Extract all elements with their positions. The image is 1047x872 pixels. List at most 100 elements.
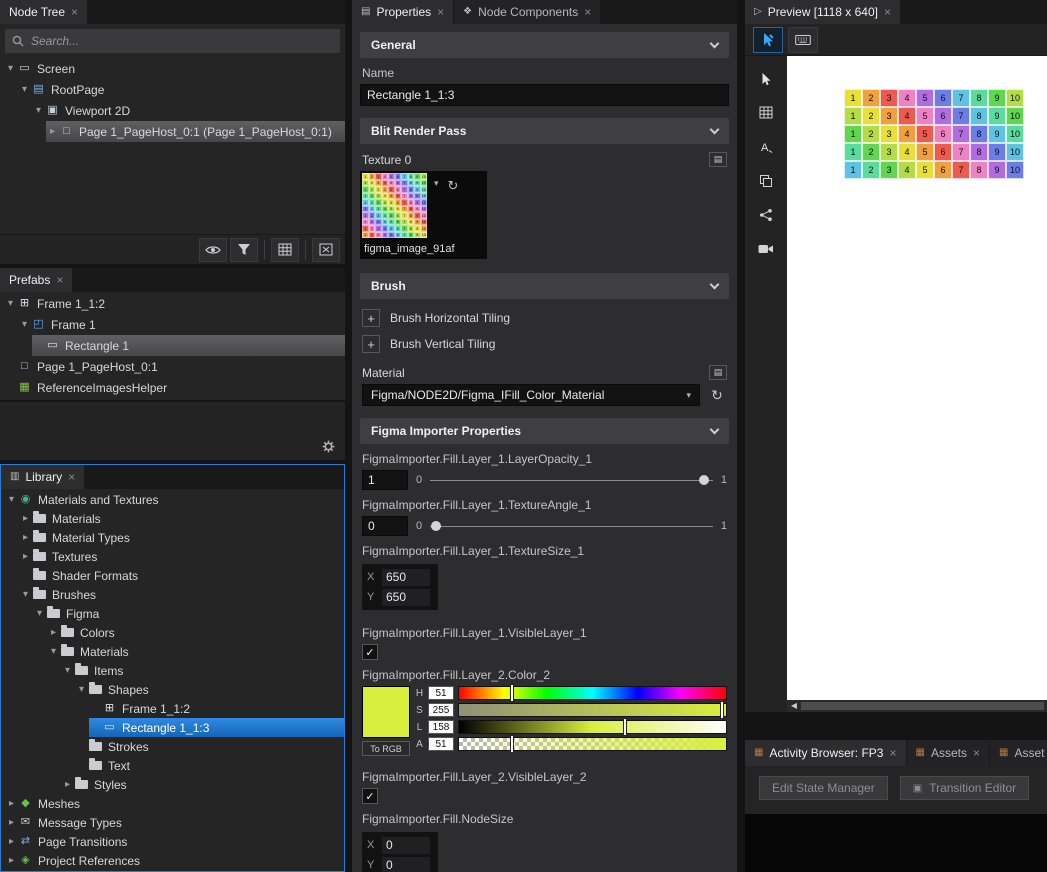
tree-item-page-1-pagehost-0-1-page-1-pagehost-0-1-[interactable]: ▸□Page 1_PageHost_0:1 (Page 1_PageHost_0… (0, 121, 345, 142)
tree-item-materials-and-textures[interactable]: ▾◉Materials and Textures (1, 490, 344, 509)
tree-item-screen[interactable]: ▾▭Screen (0, 58, 345, 79)
texture-dropdown-icon[interactable]: ▾ (434, 179, 439, 188)
material-dropdown[interactable]: Figma/NODE2D/Figma_IFill_Color_Material … (362, 384, 700, 406)
tree-item-project-references[interactable]: ▸◈Project References (1, 851, 344, 870)
material-refresh-icon[interactable]: ↻ (707, 385, 727, 405)
share-icon[interactable] (751, 202, 781, 227)
grid-icon[interactable] (751, 100, 781, 125)
color-swatch[interactable] (362, 686, 410, 738)
expand-arrow-icon[interactable]: ▸ (47, 628, 60, 638)
expand-arrow-icon[interactable]: ▸ (5, 818, 18, 828)
visible-layer1-checkbox[interactable]: ✓ (362, 644, 378, 660)
expand-arrow-icon[interactable]: ▸ (5, 799, 18, 809)
expand-arrow-icon[interactable]: ▸ (5, 856, 18, 866)
collapse-arrow-icon[interactable]: ▾ (19, 590, 32, 600)
close-icon[interactable]: × (889, 747, 896, 759)
collapse-arrow-icon[interactable]: ▾ (47, 647, 60, 657)
collapse-arrow-icon[interactable]: ▾ (18, 320, 31, 330)
keyboard-icon[interactable] (788, 27, 818, 53)
collapse-arrow-icon[interactable]: ▾ (33, 609, 46, 619)
slider-handle[interactable] (431, 521, 441, 531)
section-blit-render-pass[interactable]: Blit Render Pass (360, 118, 729, 144)
edit-state-manager-button[interactable]: Edit State Manager (759, 776, 888, 800)
texture-menu-icon[interactable]: ▤ (709, 152, 727, 167)
tab-properties[interactable]: ▤ Properties × (352, 0, 453, 24)
horizontal-scrollbar[interactable]: ◀ (787, 700, 1047, 712)
texture-size-x-input[interactable] (382, 569, 430, 586)
collapse-arrow-icon[interactable]: ▾ (4, 299, 17, 309)
bar-marker[interactable] (624, 719, 626, 735)
collapse-arrow-icon[interactable]: ▾ (75, 685, 88, 695)
tree-item-figma[interactable]: ▾Figma (1, 604, 344, 623)
alpha-input[interactable] (428, 737, 454, 751)
collapse-arrow-icon[interactable]: ▾ (61, 666, 74, 676)
tree-item-message-types[interactable]: ▸✉Message Types (1, 813, 344, 832)
to-rgb-button[interactable]: To RGB (362, 741, 410, 756)
close-icon[interactable]: × (437, 6, 444, 18)
add-icon[interactable]: + (362, 335, 380, 353)
bar-marker[interactable] (511, 685, 513, 701)
tree-item-page-1-pagehost-0-1[interactable]: □Page 1_PageHost_0:1 (0, 356, 345, 377)
expand-arrow-icon[interactable]: ▸ (61, 780, 74, 790)
node-size-y-input[interactable] (382, 857, 430, 872)
scrollbar-thumb[interactable] (801, 702, 1044, 710)
tree-item-page-transitions[interactable]: ▸⇄Page Transitions (1, 832, 344, 851)
transition-editor-button[interactable]: ▣ Transition Editor (900, 776, 1029, 800)
expand-arrow-icon[interactable]: ▸ (19, 552, 32, 562)
tree-item-frame-1-1-2[interactable]: ⊞Frame 1_1:2 (1, 699, 344, 718)
section-brush[interactable]: Brush (360, 273, 729, 299)
tab-node-tree[interactable]: Node Tree × (0, 0, 87, 24)
lightness-input[interactable] (428, 720, 454, 734)
scroll-left-icon[interactable]: ◀ (787, 702, 801, 710)
text-tool-icon[interactable]: A (751, 134, 781, 159)
tree-item-materials[interactable]: ▸Materials (1, 509, 344, 528)
close-icon[interactable]: × (56, 274, 63, 286)
preview-canvas[interactable]: 1234567891012345678910123456789101234567… (787, 56, 1047, 700)
tab-activity-browser[interactable]: ▦ Activity Browser: FP3 × (745, 740, 906, 766)
tree-item-strokes[interactable]: Strokes (1, 737, 344, 756)
slider-handle[interactable] (699, 475, 709, 485)
section-general[interactable]: General (360, 32, 729, 58)
tree-item-material-types[interactable]: ▸Material Types (1, 528, 344, 547)
expand-arrow-icon[interactable]: ▸ (19, 533, 32, 543)
grid-close-icon[interactable] (312, 238, 340, 262)
camera-icon[interactable] (751, 236, 781, 261)
expand-arrow-icon[interactable]: ▸ (5, 837, 18, 847)
texture-size-y-input[interactable] (382, 589, 430, 606)
bar-marker[interactable] (511, 736, 513, 752)
tree-item-colors[interactable]: ▸Colors (1, 623, 344, 642)
filter-icon[interactable] (230, 238, 258, 262)
cursor-icon[interactable] (751, 66, 781, 91)
add-icon[interactable]: + (362, 309, 380, 327)
node-size-x-input[interactable] (382, 837, 430, 854)
close-icon[interactable]: × (973, 747, 980, 759)
tree-item-meshes[interactable]: ▸◆Meshes (1, 794, 344, 813)
texture-angle-input[interactable] (362, 516, 408, 536)
close-icon[interactable]: × (68, 471, 75, 483)
grid-icon[interactable] (271, 238, 299, 262)
tree-item-items[interactable]: ▾Items (1, 661, 344, 680)
close-icon[interactable]: × (584, 6, 591, 18)
tab-node-components[interactable]: ❖ Node Components × (454, 0, 600, 24)
saturation-bar[interactable] (458, 703, 727, 717)
tree-item-text[interactable]: Text (1, 756, 344, 775)
collapse-arrow-icon[interactable]: ▾ (5, 495, 18, 505)
expand-arrow-icon[interactable]: ▸ (46, 127, 59, 137)
tree-item-textures[interactable]: ▸Textures (1, 547, 344, 566)
close-icon[interactable]: × (71, 6, 78, 18)
section-figma-importer[interactable]: Figma Importer Properties (360, 418, 729, 444)
texture-angle-slider[interactable] (430, 519, 713, 533)
tree-item-shapes[interactable]: ▾Shapes (1, 680, 344, 699)
material-menu-icon[interactable]: ▤ (709, 365, 727, 380)
collapse-arrow-icon[interactable]: ▾ (32, 106, 45, 116)
expand-arrow-icon[interactable]: ▸ (19, 514, 32, 524)
tree-item-materials[interactable]: ▾Materials (1, 642, 344, 661)
tab-assets[interactable]: ▦ Assets × (907, 740, 989, 766)
layers-icon[interactable] (751, 168, 781, 193)
collapse-arrow-icon[interactable]: ▾ (18, 85, 31, 95)
tree-item-rectangle-1[interactable]: ▭Rectangle 1 (0, 335, 345, 356)
lightness-bar[interactable] (458, 720, 727, 734)
close-icon[interactable]: × (884, 6, 891, 18)
search-input[interactable] (5, 29, 340, 53)
tree-item-rectangle-1-1-3[interactable]: ▭Rectangle 1_1:3 (1, 718, 344, 737)
